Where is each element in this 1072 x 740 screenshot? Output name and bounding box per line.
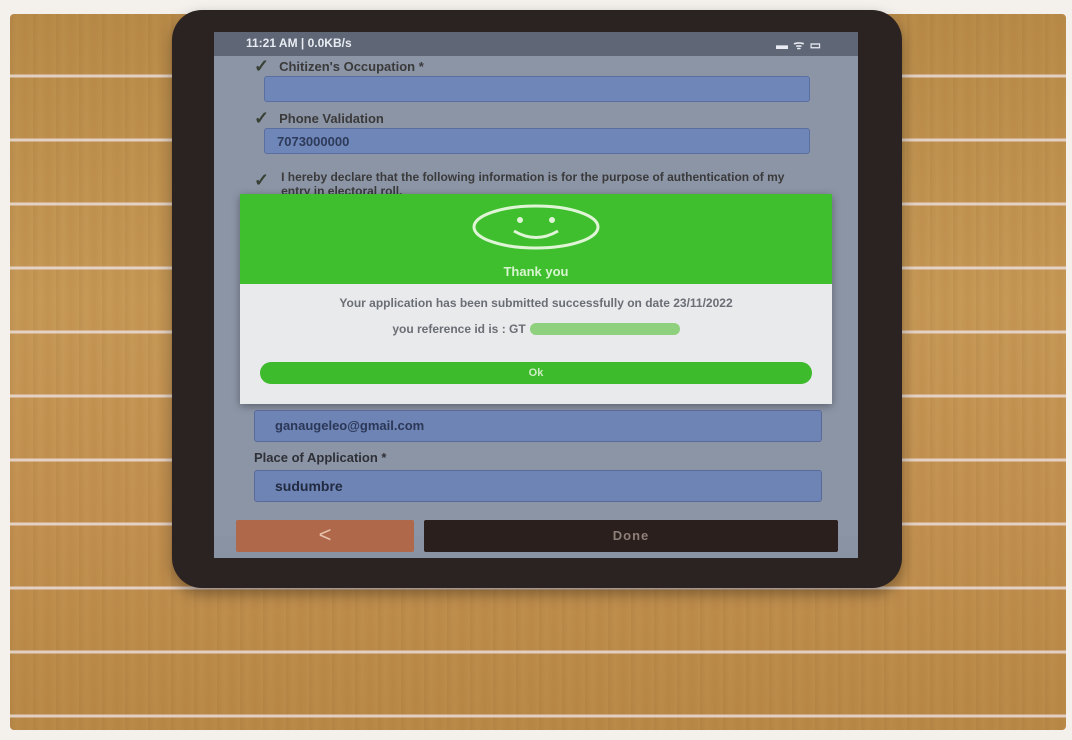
status-icons: ▬ ᯤ ▭: [776, 38, 822, 52]
place-of-application-field[interactable]: sudumbre: [254, 470, 822, 502]
email-field[interactable]: ganaugeleo@gmail.com: [254, 410, 822, 442]
reference-id-redaction: [529, 323, 680, 335]
status-bar: 11:21 AM | 0.0KB/s ▬ ᯤ ▭: [214, 32, 858, 56]
occupation-row: ✓ Chitizen's Occupation *: [254, 56, 424, 77]
reference-id: you reference id is : GT: [270, 322, 802, 336]
occupation-field[interactable]: [264, 76, 810, 102]
dialog-message: Your application has been submitted succ…: [339, 296, 733, 310]
occupation-label: Chitizen's Occupation *: [279, 59, 424, 74]
status-time: 11:21 AM | 0.0KB/s: [246, 36, 352, 50]
back-button[interactable]: <: [236, 520, 414, 552]
ok-button[interactable]: Ok: [260, 362, 812, 384]
phone-screen: 11:21 AM | 0.0KB/s ▬ ᯤ ▭ ✓ Chitizen's Oc…: [214, 32, 858, 558]
checkmark-icon: ✓: [254, 108, 270, 128]
done-button[interactable]: Done: [424, 520, 838, 552]
reference-id-text: you reference id is : GT: [392, 322, 526, 336]
smiley-icon: [472, 204, 600, 250]
phone-validation-field[interactable]: 7073000000: [264, 128, 810, 154]
phone-validation-label: Phone Validation: [279, 111, 384, 126]
dialog-title: Thank you: [503, 264, 569, 279]
dialog-header: Thank you: [240, 194, 832, 284]
success-dialog: Thank you Your application has been subm…: [240, 194, 832, 404]
place-of-application-label: Place of Application *: [254, 450, 387, 465]
checkmark-icon: ✓: [254, 56, 270, 76]
phone-validation-row: ✓ Phone Validation: [254, 108, 384, 129]
